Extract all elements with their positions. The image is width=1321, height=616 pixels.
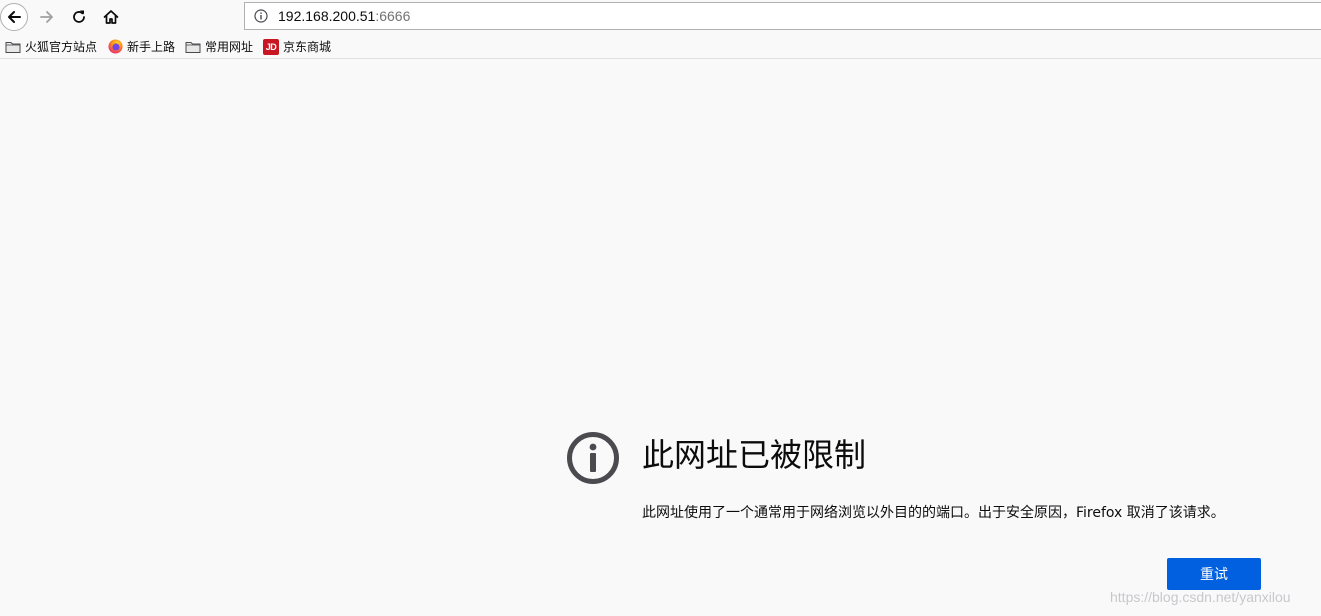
address-bar[interactable]: 192.168.200.51:6666 — [244, 2, 1321, 30]
url-port: :6666 — [375, 8, 411, 24]
url-host: 192.168.200.51 — [278, 8, 376, 24]
bookmark-firefox-official[interactable]: 火狐官方站点 — [5, 37, 97, 57]
navigation-toolbar: 192.168.200.51:6666 — [0, 0, 1321, 34]
reload-button[interactable] — [65, 3, 93, 31]
watermark: https://blog.csdn.net/yanxilou — [1110, 589, 1291, 605]
url-text[interactable]: 192.168.200.51:6666 — [278, 8, 410, 24]
firefox-icon — [107, 39, 123, 55]
folder-icon — [185, 39, 201, 55]
arrow-left-icon — [8, 11, 21, 23]
bookmark-jd-mall[interactable]: JD 京东商城 — [263, 37, 331, 57]
retry-button[interactable]: 重试 — [1167, 558, 1261, 590]
site-info-icon[interactable] — [254, 9, 268, 23]
error-description: 此网址使用了一个通常用于网络浏览以外目的的端口。出于安全原因，Firefox 取… — [642, 505, 1225, 521]
bookmark-label: 火狐官方站点 — [25, 40, 98, 54]
back-button[interactable] — [0, 3, 28, 31]
info-icon — [567, 432, 619, 484]
bookmark-label: 常用网址 — [205, 40, 254, 54]
home-button[interactable] — [97, 3, 125, 31]
bookmark-getting-started[interactable]: 新手上路 — [107, 37, 175, 57]
jd-icon: JD — [263, 38, 280, 55]
forward-button[interactable] — [33, 3, 61, 31]
error-title: 此网址已被限制 — [642, 436, 867, 474]
bookmark-label: 京东商城 — [283, 40, 332, 54]
folder-icon — [5, 39, 21, 55]
bookmark-common-sites[interactable]: 常用网址 — [185, 37, 253, 57]
home-icon — [103, 10, 119, 24]
error-page: 此网址已被限制 此网址使用了一个通常用于网络浏览以外目的的端口。出于安全原因，F… — [0, 59, 1321, 616]
bookmark-label: 新手上路 — [127, 40, 176, 54]
arrow-right-icon — [40, 11, 53, 23]
reload-icon — [73, 10, 85, 23]
bookmarks-toolbar: 火狐官方站点 新手上路 常用网址 JD 京东商城 — [0, 35, 1321, 59]
